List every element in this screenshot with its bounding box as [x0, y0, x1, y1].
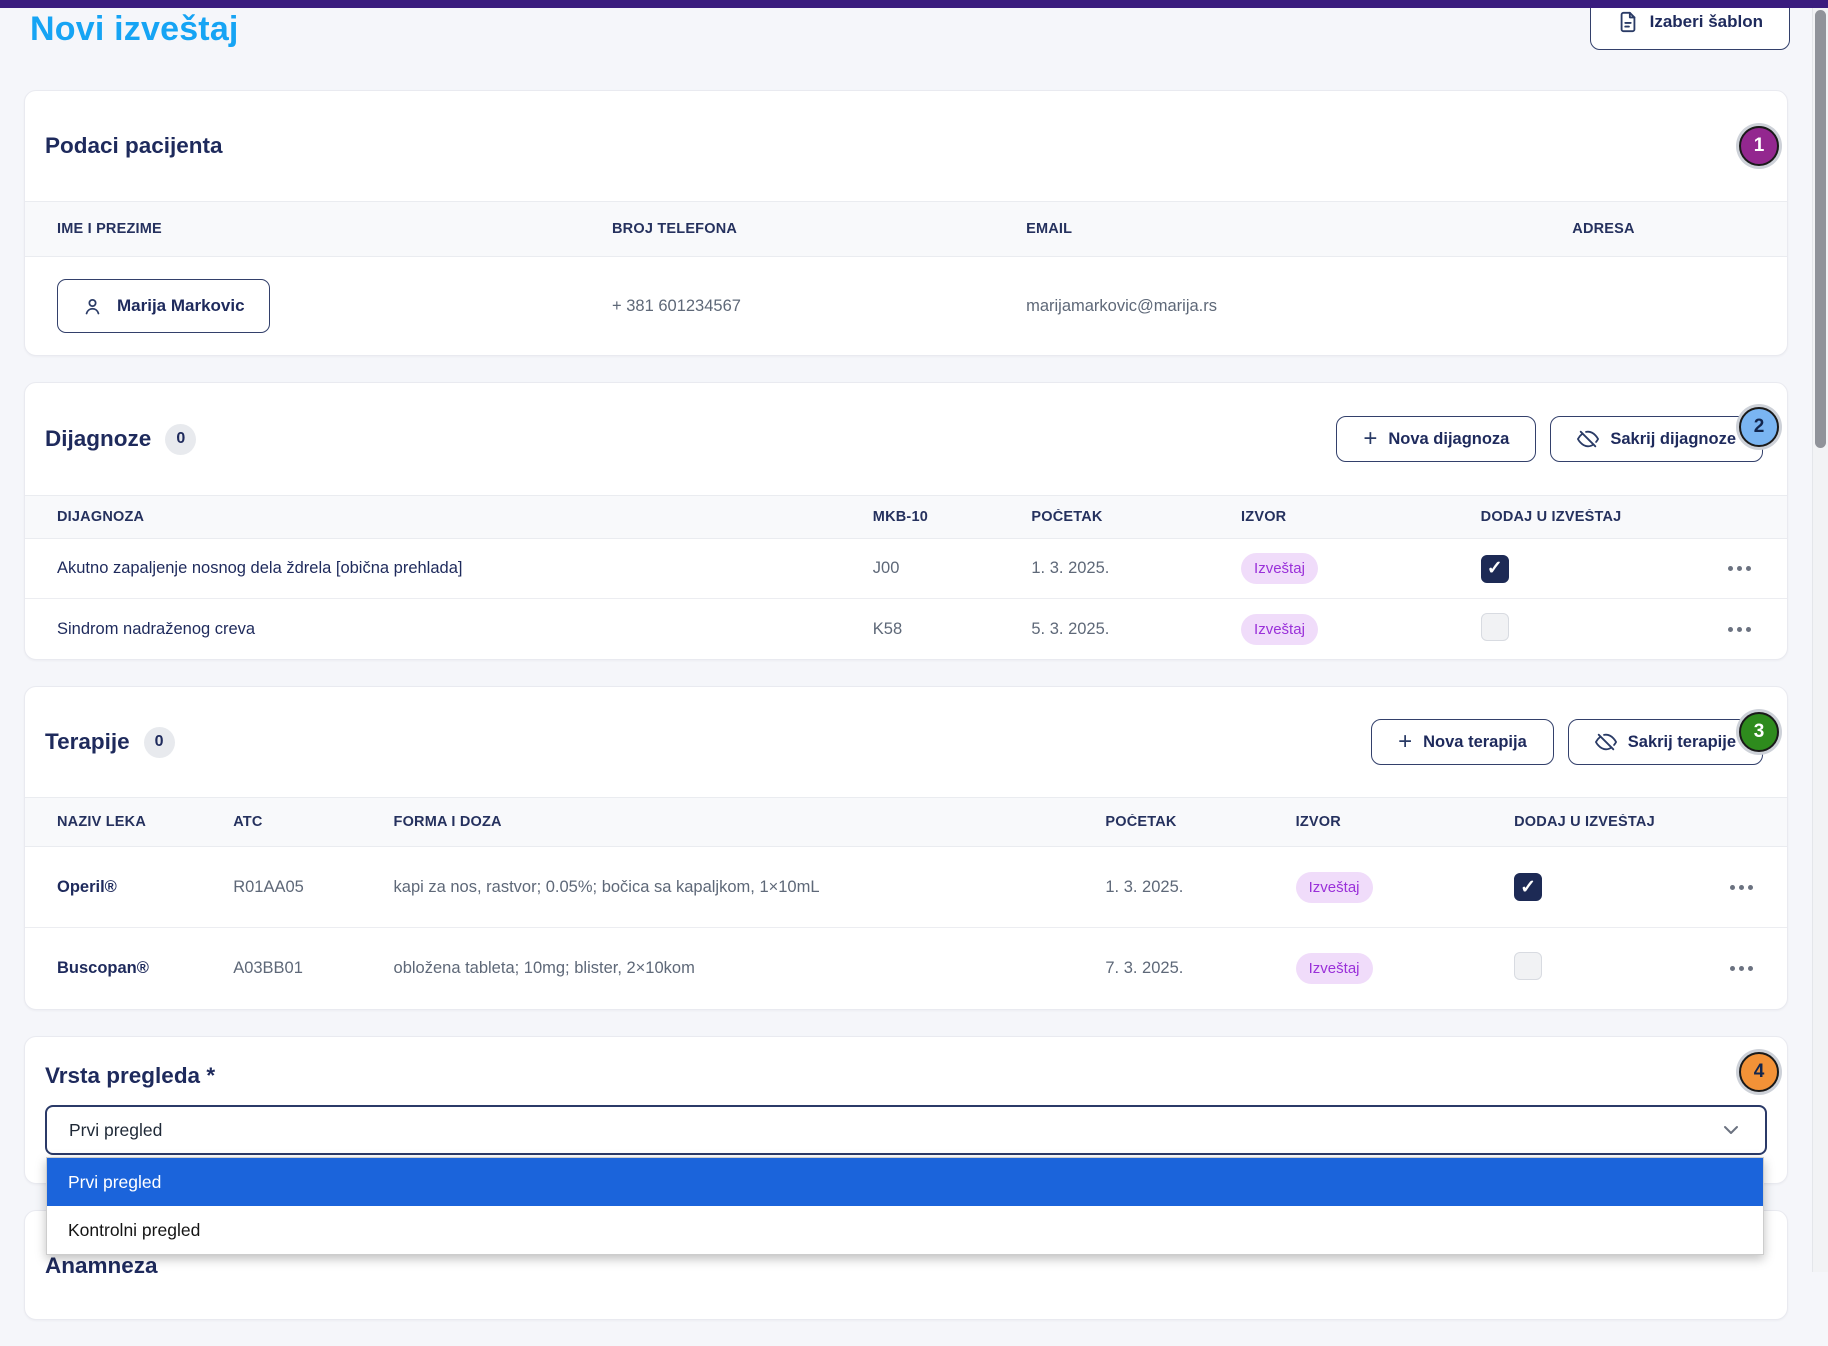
drug-form: obložena tableta; 10mg; blister, 2×10kom [362, 959, 1074, 978]
drug-atc: A03BB01 [201, 959, 361, 978]
diagnosis-start: 5. 3. 2025. [999, 620, 1209, 639]
plus-icon [1398, 730, 1412, 754]
person-icon [82, 296, 103, 317]
col-start: POČETAK [999, 509, 1209, 525]
col-email: EMAIL [994, 221, 1540, 237]
step-badge-1: 1 [1739, 126, 1779, 166]
new-diagnosis-label: Nova dijagnoza [1388, 430, 1509, 449]
drug-atc: R01AA05 [201, 878, 361, 897]
plus-icon [1363, 427, 1377, 451]
patient-email: marijamarkovic@marija.rs [994, 297, 1540, 316]
diagnoses-section-title: Dijagnoze [45, 426, 151, 452]
col-phone: BROJ TELEFONA [580, 221, 994, 237]
top-accent-bar [0, 0, 1828, 8]
exam-type-selected-value: Prvi pregled [69, 1120, 162, 1141]
source-badge: Izveštaj [1241, 553, 1318, 584]
main-content: Novi izveštaj Izaberi šablon 1 Podaci pa… [0, 8, 1812, 1346]
table-row: Operil® R01AA05 kapi za nos, rastvor; 0.… [25, 847, 1787, 928]
hide-diagnoses-label: Sakrij dijagnoze [1610, 430, 1736, 449]
diagnoses-card: 2 Dijagnoze 0 Nova dijagnoza Sakrij dija… [24, 382, 1788, 660]
table-row: Sindrom nadraženog creva K58 5. 3. 2025.… [25, 599, 1787, 659]
ellipsis-icon[interactable] [1724, 960, 1759, 977]
add-to-report-checkbox[interactable] [1481, 613, 1509, 641]
new-therapy-button[interactable]: Nova terapija [1371, 719, 1554, 765]
exam-type-dropdown: Prvi pregled Kontrolni pregled [46, 1157, 1764, 1255]
ellipsis-icon[interactable] [1722, 621, 1757, 638]
therapies-count-badge: 0 [144, 727, 175, 758]
ellipsis-icon[interactable] [1724, 879, 1759, 896]
diagnosis-code: J00 [841, 559, 1000, 578]
therapies-table-header: NAZIV LEKA ATC FORMA I DOZA POČETAK IZVO… [25, 797, 1787, 847]
exam-type-card: 4 Vrsta pregleda * Prvi pregled Prvi pre… [24, 1036, 1788, 1184]
patient-section-title: Podaci pacijenta [45, 133, 223, 159]
step-badge-3: 3 [1739, 712, 1779, 752]
col-atc: ATC [201, 814, 361, 830]
patient-row: Marija Markovic + 381 601234567 marijama… [25, 257, 1787, 355]
table-row: Buscopan® A03BB01 obložena tableta; 10mg… [25, 928, 1787, 1009]
ellipsis-icon[interactable] [1722, 560, 1757, 577]
add-to-report-checkbox[interactable] [1514, 873, 1542, 901]
eye-off-icon [1577, 428, 1599, 450]
exam-type-section-title: Vrsta pregleda * [45, 1063, 1763, 1089]
diagnoses-count-badge: 0 [165, 424, 196, 455]
anamnesis-section-title: Anamneza [45, 1253, 1763, 1279]
scrollbar-thumb[interactable] [1815, 10, 1826, 448]
source-badge: Izveštaj [1296, 953, 1373, 984]
drug-start: 1. 3. 2025. [1073, 878, 1263, 897]
scrollbar-track[interactable] [1812, 0, 1828, 1272]
hide-therapies-label: Sakrij terapije [1628, 733, 1736, 752]
diagnosis-start: 1. 3. 2025. [999, 559, 1209, 578]
col-name: IME I PREZIME [25, 221, 580, 237]
drug-form: kapi za nos, rastvor; 0.05%; bočica sa k… [362, 878, 1074, 897]
col-address: ADRESA [1540, 221, 1787, 237]
col-mkb10: MKB-10 [841, 509, 1000, 525]
new-therapy-label: Nova terapija [1423, 733, 1527, 752]
drug-start: 7. 3. 2025. [1073, 959, 1263, 978]
source-badge: Izveštaj [1296, 872, 1373, 903]
page-title: Novi izveštaj [30, 10, 239, 49]
patient-phone: + 381 601234567 [580, 297, 994, 316]
exam-type-select-wrap: Prvi pregled Prvi pregled Kontrolni preg… [45, 1105, 1767, 1155]
patient-name-label: Marija Markovic [117, 296, 245, 316]
therapies-section-title: Terapije [45, 729, 130, 755]
col-form-dose: FORMA I DOZA [362, 814, 1074, 830]
choose-template-label: Izaberi šablon [1650, 12, 1763, 32]
diagnosis-name: Akutno zapaljenje nosnog dela ždrela [ob… [25, 559, 841, 578]
dropdown-option-prvi-pregled[interactable]: Prvi pregled [47, 1158, 1763, 1206]
diagnosis-name: Sindrom nadraženog creva [25, 620, 841, 639]
add-to-report-checkbox[interactable] [1514, 952, 1542, 980]
step-badge-4: 4 [1739, 1052, 1779, 1092]
eye-off-icon [1595, 731, 1617, 753]
patient-card: 1 Podaci pacijenta IME I PREZIME BROJ TE… [24, 90, 1788, 356]
table-row: Akutno zapaljenje nosnog dela ždrela [ob… [25, 539, 1787, 599]
col-start: POČETAK [1073, 814, 1263, 830]
hide-diagnoses-button[interactable]: Sakrij dijagnoze [1550, 416, 1763, 462]
col-source: IZVOR [1264, 814, 1482, 830]
new-diagnosis-button[interactable]: Nova dijagnoza [1336, 416, 1536, 462]
step-badge-2: 2 [1739, 407, 1779, 447]
diagnoses-table-header: DIJAGNOZA MKB-10 POČETAK IZVOR DODAJ U I… [25, 495, 1787, 539]
col-drug-name: NAZIV LEKA [25, 814, 201, 830]
exam-type-select[interactable]: Prvi pregled [45, 1105, 1767, 1155]
diagnosis-code: K58 [841, 620, 1000, 639]
source-badge: Izveštaj [1241, 614, 1318, 645]
drug-name: Buscopan® [25, 959, 201, 978]
document-icon [1617, 11, 1639, 33]
col-diagnosis: DIJAGNOZA [25, 509, 841, 525]
dropdown-option-kontrolni-pregled[interactable]: Kontrolni pregled [47, 1206, 1763, 1254]
drug-name: Operil® [25, 878, 201, 897]
page-header: Novi izveštaj Izaberi šablon [0, 8, 1812, 90]
patient-name-button[interactable]: Marija Markovic [57, 279, 270, 333]
col-add-to-report: DODAJ U IZVEŠTAJ [1449, 509, 1678, 525]
hide-therapies-button[interactable]: Sakrij terapije [1568, 719, 1763, 765]
col-source: IZVOR [1209, 509, 1449, 525]
therapies-card: 3 Terapije 0 Nova terapija Sakrij terapi… [24, 686, 1788, 1010]
chevron-down-icon [1719, 1118, 1743, 1142]
col-add-to-report: DODAJ U IZVEŠTAJ [1482, 814, 1681, 830]
patient-table-header: IME I PREZIME BROJ TELEFONA EMAIL ADRESA [25, 201, 1787, 257]
add-to-report-checkbox[interactable] [1481, 555, 1509, 583]
